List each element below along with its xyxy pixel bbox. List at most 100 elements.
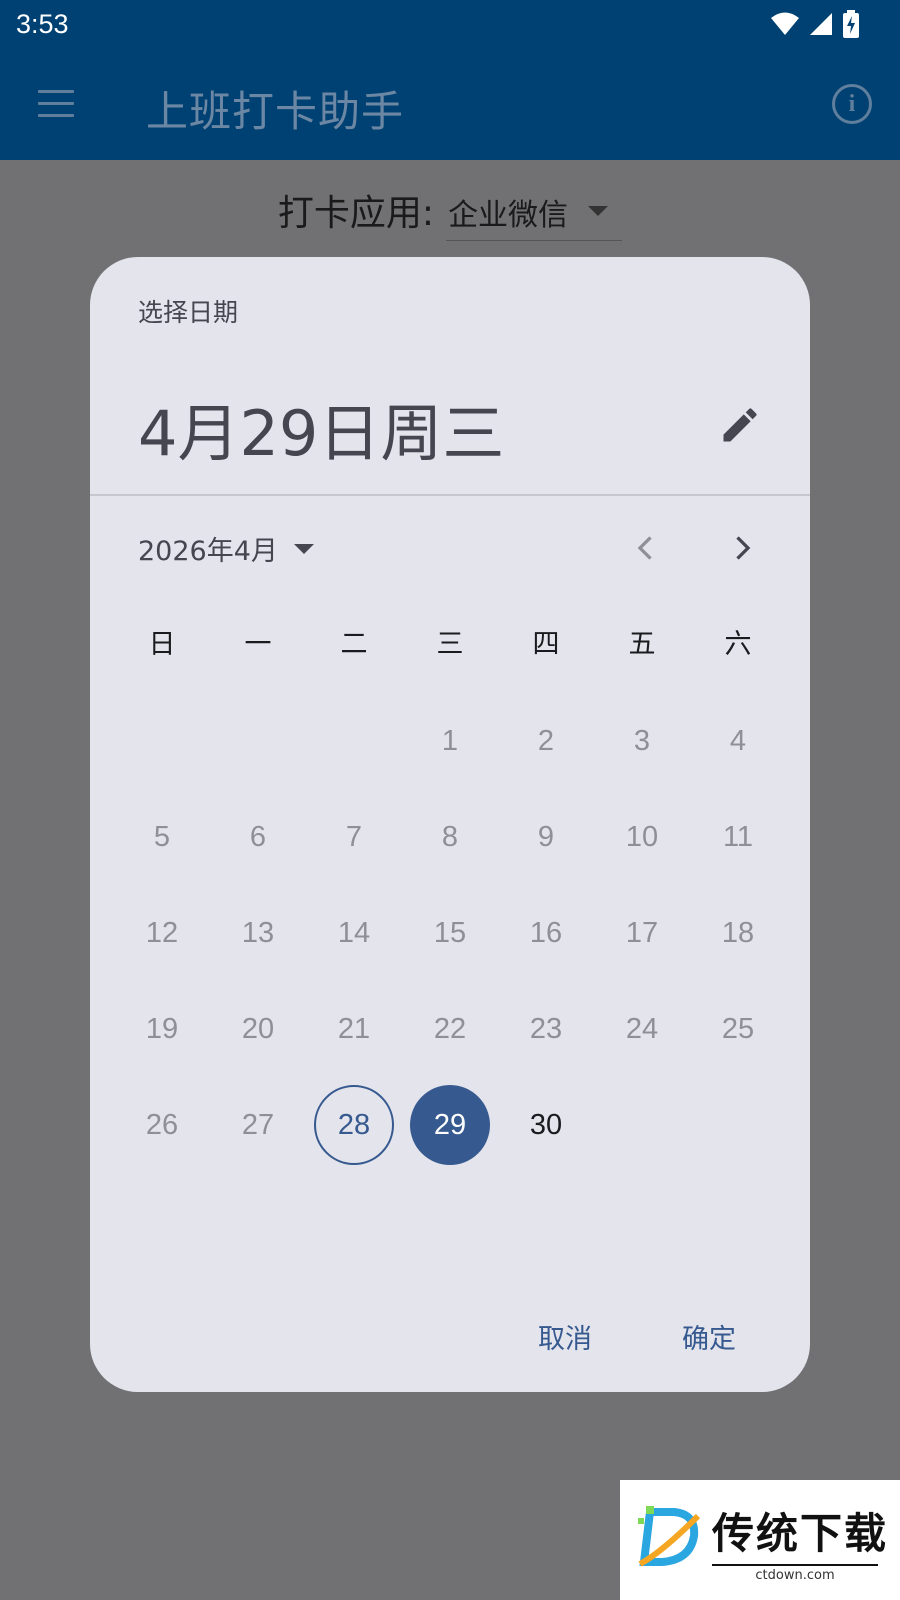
calendar-day-label: 6 bbox=[249, 820, 267, 853]
calendar-day-label: 18 bbox=[721, 916, 755, 949]
calendar-day-label: 21 bbox=[337, 1012, 371, 1045]
weekday-label: 五 bbox=[628, 629, 656, 660]
calendar-day: 10 bbox=[594, 789, 690, 885]
calendar-day-label: 16 bbox=[529, 916, 563, 949]
weekday-label: 三 bbox=[436, 629, 464, 660]
calendar-day-label: 19 bbox=[145, 1012, 179, 1045]
month-year-selector[interactable]: 2026年4月 bbox=[138, 529, 314, 568]
calendar-day: 13 bbox=[210, 885, 306, 981]
dropdown-arrow-icon bbox=[588, 206, 609, 216]
calendar-day: 23 bbox=[498, 981, 594, 1077]
selected-date-headline: 4月29日周三 bbox=[138, 397, 505, 470]
calendar-day-label: 7 bbox=[345, 820, 363, 853]
calendar-day-label: 9 bbox=[537, 820, 555, 853]
calendar-day: 27 bbox=[210, 1077, 306, 1173]
calendar-day: 24 bbox=[594, 981, 690, 1077]
calendar-day-label: 1 bbox=[441, 724, 459, 757]
info-icon[interactable]: i bbox=[832, 84, 872, 124]
calendar-day-label: 30 bbox=[529, 1108, 563, 1141]
chevron-left-icon[interactable] bbox=[628, 530, 664, 566]
calendar-day-label: 27 bbox=[241, 1108, 275, 1141]
weekday-header: 日 一 二 三 四 五 六 bbox=[114, 597, 786, 693]
watermark-text: 传统下载 bbox=[712, 1509, 889, 1558]
app-selector-value: 企业微信 bbox=[448, 198, 569, 233]
menu-icon[interactable] bbox=[38, 90, 74, 118]
calendar-day-label bbox=[314, 701, 394, 781]
calendar-day-label: 14 bbox=[337, 916, 371, 949]
battery-charging-icon bbox=[843, 10, 859, 38]
calendar-day-grid: 1 2 3 4 5 6 7 8 9 10 11 12 13 14 15 16 17 18 19 20 21 22 23 24 2… bbox=[114, 693, 786, 1173]
calendar-day: 16 bbox=[498, 885, 594, 981]
app-selector-label: 打卡应用: bbox=[277, 193, 435, 234]
status-icons bbox=[770, 10, 860, 38]
calendar-day: 6 bbox=[210, 789, 306, 885]
calendar-day: 14 bbox=[306, 885, 402, 981]
app-bar: 上班打卡助手 i bbox=[0, 50, 900, 160]
weekday-label: 四 bbox=[532, 629, 560, 660]
calendar-day-label: 5 bbox=[153, 820, 171, 853]
calendar-day-label: 24 bbox=[625, 1012, 659, 1045]
date-picker-dialog: 选择日期 4月29日周三 2026年4月 日 一 二 三 四 五 六 12345… bbox=[90, 257, 810, 1392]
calendar-day-label: 2 bbox=[537, 724, 555, 757]
calendar-day: 11 bbox=[690, 789, 786, 885]
status-bar: 3:53 bbox=[0, 0, 900, 50]
watermark-url: ctdown.com bbox=[712, 1564, 878, 1583]
edit-icon[interactable] bbox=[718, 403, 762, 447]
calendar-day[interactable]: 29 bbox=[402, 1077, 498, 1173]
calendar-day: 8 bbox=[402, 789, 498, 885]
calendar-day: 4 bbox=[690, 693, 786, 789]
calendar-day-label: 13 bbox=[241, 916, 275, 949]
calendar-day-label: 26 bbox=[145, 1108, 179, 1141]
weekday-label: 二 bbox=[340, 629, 368, 660]
calendar-day-label: 20 bbox=[241, 1012, 275, 1045]
calendar-day: 21 bbox=[306, 981, 402, 1077]
calendar-day-label: 11 bbox=[722, 820, 754, 853]
app-title: 上班打卡助手 bbox=[146, 87, 405, 136]
calendar-day-label: 10 bbox=[625, 820, 659, 853]
calendar-day-label: 29 bbox=[410, 1085, 490, 1165]
cancel-button[interactable]: 取消 bbox=[538, 1317, 592, 1356]
calendar-day: 19 bbox=[114, 981, 210, 1077]
calendar-day: 15 bbox=[402, 885, 498, 981]
calendar-day-label: 4 bbox=[729, 724, 747, 757]
status-time: 3:53 bbox=[16, 9, 69, 39]
calendar-day: 9 bbox=[498, 789, 594, 885]
calendar-day-label: 15 bbox=[433, 916, 467, 949]
calendar-day-label: 22 bbox=[433, 1012, 467, 1045]
calendar-day-label bbox=[122, 701, 202, 781]
weekday-label: 日 bbox=[148, 629, 176, 660]
confirm-button[interactable]: 确定 bbox=[682, 1317, 736, 1356]
calendar-day-label: 17 bbox=[625, 916, 659, 949]
calendar-day: 3 bbox=[594, 693, 690, 789]
watermark-logo-icon bbox=[638, 1506, 701, 1567]
calendar-day[interactable]: 30 bbox=[498, 1077, 594, 1173]
wifi-icon bbox=[771, 12, 799, 35]
calendar-day: 12 bbox=[114, 885, 210, 981]
calendar-day: 1 bbox=[402, 693, 498, 789]
calendar-day-label: 25 bbox=[721, 1012, 755, 1045]
dropdown-arrow-icon bbox=[293, 543, 314, 554]
dialog-supporting-text: 选择日期 bbox=[138, 298, 239, 327]
dialog-divider bbox=[90, 494, 810, 496]
calendar-empty-cell bbox=[306, 693, 402, 789]
calendar-day-label: 23 bbox=[529, 1012, 563, 1045]
calendar-day-label: 28 bbox=[314, 1085, 394, 1165]
calendar-day-label: 3 bbox=[633, 724, 651, 757]
signal-icon bbox=[810, 13, 832, 35]
chevron-right-icon[interactable] bbox=[724, 530, 760, 566]
app-selector-row: 打卡应用: 企业微信 bbox=[0, 180, 900, 241]
calendar-day: 26 bbox=[114, 1077, 210, 1173]
weekday-label: 一 bbox=[244, 629, 272, 660]
calendar-day: 17 bbox=[594, 885, 690, 981]
calendar-day: 22 bbox=[402, 981, 498, 1077]
calendar-day: 20 bbox=[210, 981, 306, 1077]
weekday-label: 六 bbox=[724, 629, 752, 660]
calendar-day[interactable]: 28 bbox=[306, 1077, 402, 1173]
calendar-day: 7 bbox=[306, 789, 402, 885]
calendar-day-label: 8 bbox=[441, 820, 459, 853]
calendar-day-label: 12 bbox=[145, 916, 179, 949]
calendar-day: 2 bbox=[498, 693, 594, 789]
calendar-empty-cell bbox=[114, 693, 210, 789]
watermark: 传统下载 ctdown.com bbox=[620, 1480, 900, 1600]
app-selector-dropdown[interactable]: 企业微信 bbox=[446, 180, 623, 241]
